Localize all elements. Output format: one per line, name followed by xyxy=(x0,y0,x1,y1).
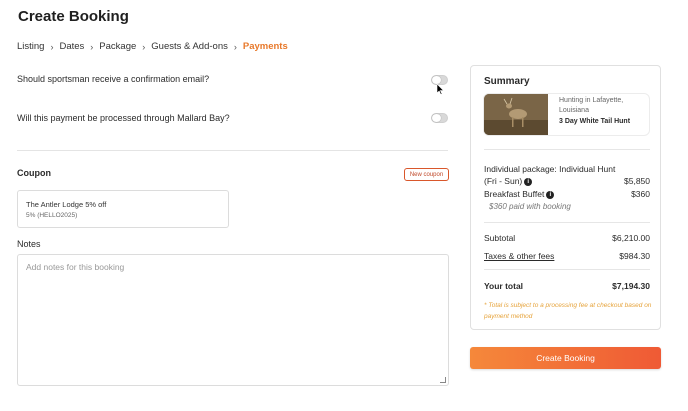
listing-card: Hunting in Lafayette, Louisiana 3 Day Wh… xyxy=(483,93,650,136)
page-title: Create Booking xyxy=(18,8,129,25)
subtotal-label: Subtotal xyxy=(484,233,516,243)
breadcrumb-item-payments[interactable]: Payments xyxy=(243,41,288,52)
notes-textarea[interactable]: Add notes for this booking xyxy=(17,254,449,386)
listing-thumbnail xyxy=(484,94,548,135)
toggle-knob xyxy=(432,76,441,84)
chevron-right-icon: › xyxy=(233,41,237,52)
info-icon[interactable]: i xyxy=(524,177,533,186)
divider xyxy=(484,269,650,270)
listing-name: 3 Day White Tail Hunt xyxy=(559,118,631,125)
addon-row: Breakfast Buffet i $360 xyxy=(484,189,650,199)
create-booking-button[interactable]: Create Booking xyxy=(470,347,661,369)
coupon-label: Coupon xyxy=(17,168,51,178)
breadcrumb-item-package[interactable]: Package xyxy=(99,41,136,52)
addon-name: Breakfast Buffet xyxy=(484,189,545,199)
summary-title: Summary xyxy=(484,76,530,87)
mallard-bay-toggle[interactable] xyxy=(431,113,448,123)
package-line-2: (Fri - Sun) i $5,850 xyxy=(484,176,650,186)
notes-placeholder: Add notes for this booking xyxy=(26,262,125,272)
subtotal-value: $6,210.00 xyxy=(612,233,650,243)
package-name: Individual package: Individual Hunt xyxy=(484,164,616,174)
chevron-right-icon: › xyxy=(90,41,94,52)
info-icon[interactable]: i xyxy=(546,190,555,199)
coupon-card[interactable]: The Antler Lodge 5% off 5% (HELLO2025) xyxy=(17,190,229,228)
addon-note: $360 paid with booking xyxy=(489,202,571,211)
resize-handle-icon[interactable] xyxy=(440,377,446,383)
notes-label: Notes xyxy=(17,239,41,249)
coupon-name: The Antler Lodge 5% off xyxy=(26,200,107,209)
package-line-1: Individual package: Individual Hunt xyxy=(484,164,650,174)
confirmation-email-question: Should sportsman receive a confirmation … xyxy=(17,74,210,84)
taxes-row: Taxes & other fees $984.30 xyxy=(484,251,650,261)
taxes-value: $984.30 xyxy=(619,251,650,261)
toggle-knob xyxy=(432,114,441,122)
divider xyxy=(484,222,650,223)
total-value: $7,194.30 xyxy=(612,281,650,291)
breadcrumb-item-listing[interactable]: Listing xyxy=(17,41,44,52)
addon-price: $360 xyxy=(631,189,650,199)
divider xyxy=(484,149,650,150)
deer-image xyxy=(484,94,548,135)
breadcrumb-item-guests-addons[interactable]: Guests & Add-ons xyxy=(151,41,228,52)
coupon-code: 5% (HELLO2025) xyxy=(26,212,78,219)
breadcrumb: Listing › Dates › Package › Guests & Add… xyxy=(17,41,288,52)
listing-location: Hunting in Lafayette, Louisiana xyxy=(559,97,624,114)
mouse-pointer-icon xyxy=(437,84,445,95)
total-row: Your total $7,194.30 xyxy=(484,281,650,291)
divider xyxy=(17,150,448,151)
taxes-link[interactable]: Taxes & other fees xyxy=(484,251,554,261)
summary-panel: Summary Hunting in Lafayette, Louisiana … xyxy=(470,65,661,330)
processing-fee-note: * Total is subject to a processing fee a… xyxy=(484,302,652,320)
package-price: $5,850 xyxy=(624,176,650,186)
mallard-bay-question: Will this payment be processed through M… xyxy=(17,113,230,123)
package-dates: (Fri - Sun) xyxy=(484,176,523,186)
breadcrumb-item-dates[interactable]: Dates xyxy=(59,41,84,52)
new-coupon-button[interactable]: New coupon xyxy=(404,168,449,181)
chevron-right-icon: › xyxy=(50,41,54,52)
chevron-right-icon: › xyxy=(142,41,146,52)
subtotal-row: Subtotal $6,210.00 xyxy=(484,233,650,243)
total-label: Your total xyxy=(484,281,524,291)
